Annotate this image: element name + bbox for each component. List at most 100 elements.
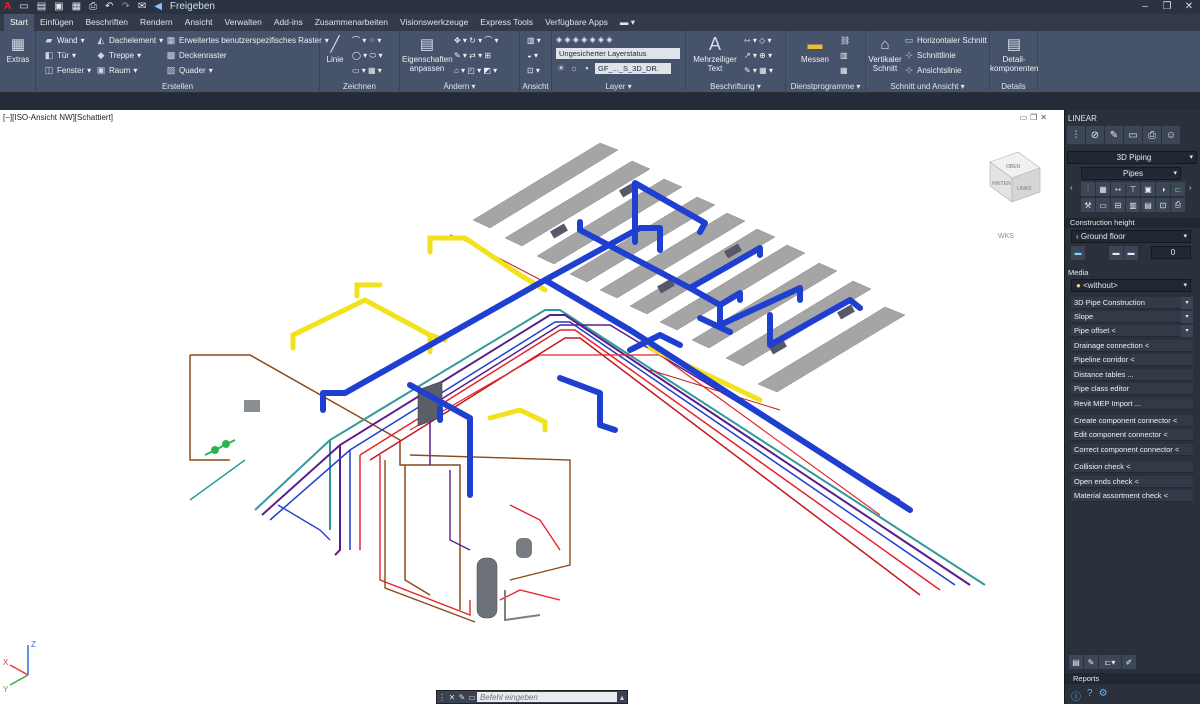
tab-einfuegen[interactable]: Einfügen [34,14,80,31]
drawing-viewport[interactable]: [−][ISO-Ansicht NW][Schattiert] ▭❐✕ OBEN… [0,110,1064,704]
visual-style-icon[interactable]: ◒ ▾ [527,50,538,61]
dimension-icon[interactable]: ⇿ ▾ ◇ ▾ [744,35,772,46]
chevron-down-icon[interactable]: ▾ [1181,297,1193,309]
quader-button[interactable]: ▧ Quader ▾ [166,65,213,76]
redo-icon[interactable]: ↷ [121,0,129,14]
cmd-slope[interactable]: Slope ▾ [1071,311,1193,323]
ucs-icon[interactable]: ⊡ ▾ [527,65,540,76]
deckenraster-button[interactable]: ▩ Deckenraster [166,50,227,61]
viewcube[interactable]: OBEN HINTEN LINKS WKS [989,151,1041,240]
tool-icon[interactable]: ▣ [1141,182,1155,196]
cmd-distance-tables[interactable]: Distance tables ... [1071,369,1193,381]
open-file-icon[interactable]: ▤ [37,0,46,14]
tab-verfuegbare-apps[interactable]: Verfügbare Apps [539,14,614,31]
cmd-material-assortment-check[interactable]: Material assortment check < [1071,490,1193,502]
tool-icon[interactable]: ▤ [1141,198,1155,212]
leader-icon[interactable]: ↗ ▾ ⊕ ▾ [744,50,772,61]
share-label[interactable]: Freigeben [170,0,215,14]
tab-rendern[interactable]: Rendern [134,14,179,31]
tab-start[interactable]: Start [4,14,34,31]
wrench-icon[interactable]: ✎ [457,693,467,702]
save-as-icon[interactable]: ▦ [72,0,81,14]
cmd-dropdown-icon[interactable]: ▴ [617,693,627,702]
tab-overflow-icon[interactable]: ▬ ▾ [614,14,641,31]
cmd-pipe-class-editor[interactable]: Pipe class editor [1071,383,1193,395]
tool-icon[interactable]: ⊤ [1126,182,1140,196]
tool-icon[interactable]: ⊡ [1156,198,1170,212]
tab-express-tools[interactable]: Express Tools [474,14,539,31]
layer-tools-icon[interactable]: ◈ ◈ ◈ ◈ ◈ ◈ ◈ [556,34,612,45]
user-icon[interactable]: ☺ [1162,126,1180,144]
new-file-icon[interactable]: ▭ [19,0,28,14]
chevron-down-icon[interactable]: ▾ [1181,325,1193,337]
cmd-open-ends-check[interactable]: Open ends check < [1071,476,1193,488]
prev-arrow-icon[interactable]: ‹ [1070,183,1073,192]
pencil-icon[interactable]: ✎ [1105,126,1123,144]
schnittlinie-button[interactable]: ⊹ Schnittlinie [904,50,955,61]
detailkomponenten-button[interactable]: ▤ Detail- komponenten [990,35,1038,74]
calculator-icon[interactable]: ▦ [840,65,848,76]
cmd-collision-check[interactable]: Collision check < [1071,461,1193,473]
tool-icon[interactable]: ▥ [1126,198,1140,212]
save-icon[interactable]: ▣ [54,0,63,14]
tab-verwalten[interactable]: Verwalten [219,14,268,31]
grip-icon[interactable]: ⋮ [437,693,447,702]
doc-icon[interactable]: ▤ [1069,655,1083,669]
dimension-dropdown-icon[interactable]: ⊏▾ [1099,655,1121,669]
app-logo-icon[interactable]: A [4,0,11,14]
reports-header[interactable]: Reports [1065,673,1200,684]
raster-button[interactable]: ▦ Erweitertes benutzerspezifisches Raster… [166,35,329,46]
floor-select[interactable]: ‹ Ground floor ▾ [1071,230,1191,243]
vertikaler-schnitt-button[interactable]: ⌂ Vertikaler Schnitt [868,35,902,74]
cmd-correct-component-connector[interactable]: Correct component connector < [1071,444,1193,456]
height-ref-icon[interactable]: ▬ [1071,246,1085,260]
linie-button[interactable]: ╱ Linie [324,35,346,65]
tool-icon[interactable]: ⇿ [1111,182,1125,196]
dachelement-button[interactable]: ◭ Dachelement ▾ [96,35,164,46]
tool-icon[interactable]: ▦ [1096,182,1110,196]
undo-icon[interactable]: ↶ [105,0,113,14]
horizontaler-schnitt-button[interactable]: ▭ Horizontaler Schnitt [904,35,987,46]
tab-beschriften[interactable]: Beschriften [80,14,135,31]
wcs-label[interactable]: WKS [998,233,1014,240]
cmd-revit-mep-import[interactable]: Revit MEP Import ... [1071,398,1193,410]
cmd-pipe-offset[interactable]: Pipe offset < ▾ [1071,325,1193,337]
messen-button[interactable]: ▬ Messen [800,35,830,65]
height-level-icon[interactable]: ▬ [1109,246,1123,260]
hide-icon[interactable]: ⊘ [1086,126,1104,144]
tab-visionswerkzeuge[interactable]: Visionswerkzeuge [394,14,474,31]
close-cmdline-icon[interactable]: ✕ [447,693,457,702]
chevron-down-icon[interactable]: ▾ [1181,311,1193,323]
close-icon[interactable]: ✕ [1178,0,1200,14]
category-select[interactable]: Pipes ▾ [1081,167,1181,180]
raum-button[interactable]: ▣ Raum ▾ [96,65,138,76]
tab-ansicht[interactable]: Ansicht [179,14,219,31]
media-select[interactable]: ● <without> ▾ [1071,279,1191,292]
discipline-select[interactable]: 3D Piping ▾ [1067,151,1197,164]
tool-icon[interactable]: ◑ [1156,182,1170,196]
next-arrow-icon[interactable]: › [1189,183,1192,192]
help-icon[interactable]: ? [1087,688,1093,703]
tool-icon[interactable]: ⊟ [1111,198,1125,212]
height-level-icon-2[interactable]: ▬ [1124,246,1138,260]
wrench-icon[interactable]: ⚒ [1081,198,1095,212]
print-icon[interactable]: ⎙ [89,0,97,14]
layer-current-dropdown[interactable]: ☀ ☼ ▪ GF_..._S_3D_DR. [556,63,682,74]
settings-icon[interactable]: ⚙ [1099,688,1108,703]
cmd-create-component-connector[interactable]: Create component connector < [1071,415,1193,427]
polyline-icon[interactable]: ⌒ ▾ ⁘ ▾ [352,35,381,46]
tool-icon[interactable]: ⊏ [1171,182,1185,196]
move-icon[interactable]: ✥ ▾ ↻ ▾ ⌒ ▾ [454,35,499,46]
tool-icon[interactable]: ⫶ [1081,182,1095,196]
printer-icon[interactable]: ⎙ [1171,198,1185,212]
cmd-edit-component-connector[interactable]: Edit component connector < [1071,429,1193,441]
cmd-history-icon[interactable]: ▭ [467,693,477,702]
tab-addins[interactable]: Add-ins [268,14,309,31]
cmd-pipeline-corridor[interactable]: Pipeline corridor < [1071,354,1193,366]
circle-icon[interactable]: ◯ ▾ ⬭ ▾ [352,50,382,61]
send-icon[interactable]: ✉ [138,0,146,14]
filter-icon[interactable]: ⫶ [1067,126,1085,144]
wand-button[interactable]: ▰ Wand ▾ [44,35,85,46]
util-icon-1[interactable]: ⛓ [840,35,850,46]
layer-state-dropdown[interactable]: Ungesicherter Layerstatus [556,48,682,59]
